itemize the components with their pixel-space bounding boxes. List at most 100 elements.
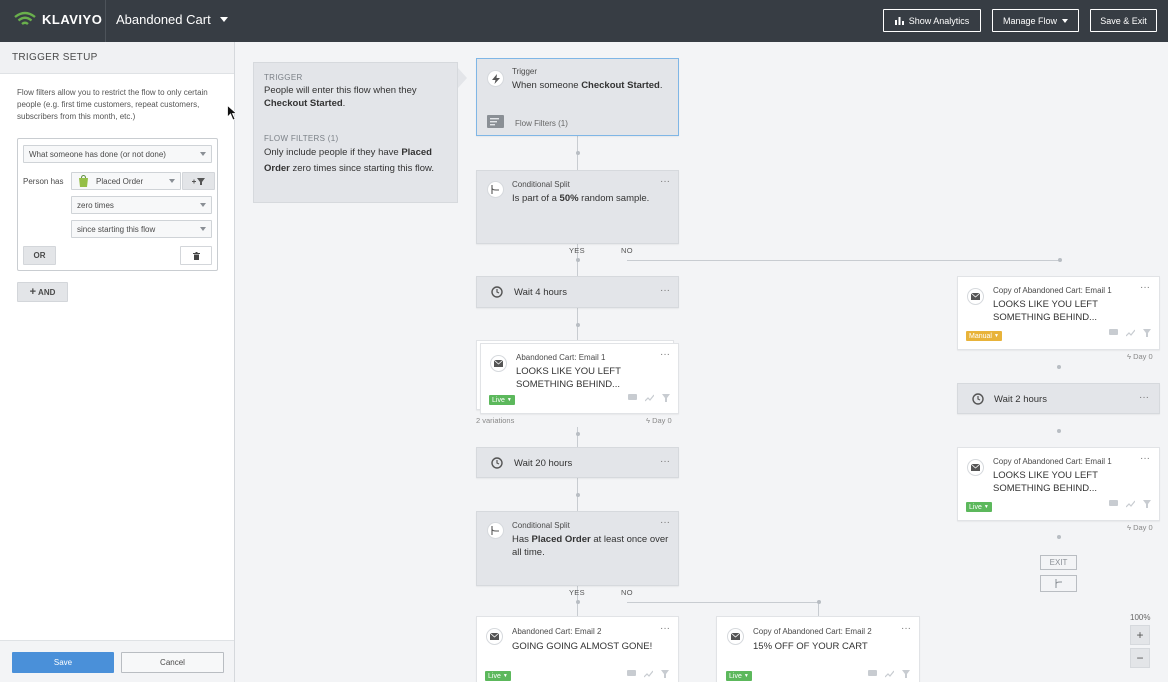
exit-node[interactable]: EXIT	[1040, 555, 1077, 570]
yes-branch-label: YES	[569, 588, 585, 597]
more-options-button[interactable]: ···	[660, 623, 670, 634]
status-badge[interactable]: Live ▼	[489, 395, 515, 405]
status-badge[interactable]: Live ▼	[966, 502, 992, 512]
more-options-button[interactable]: ···	[660, 349, 670, 360]
flow-canvas[interactable]: TRIGGER People will enter this flow when…	[235, 42, 1168, 682]
email-node[interactable]: Abandoned Cart: Email 2 GOING GOING ALMO…	[476, 616, 679, 682]
email-label: Copy of Abandoned Cart: Email 1	[993, 457, 1112, 466]
email-action-icons	[628, 394, 670, 402]
sidebar-footer: Save Cancel	[0, 640, 234, 682]
condition-select[interactable]: What someone has done (or not done)	[23, 145, 212, 163]
sms-icon[interactable]	[627, 670, 636, 678]
trend-icon[interactable]	[645, 394, 654, 402]
trend-icon[interactable]	[1126, 329, 1135, 337]
manage-flow-button[interactable]: Manage Flow	[992, 9, 1079, 32]
sms-icon[interactable]	[1109, 500, 1118, 508]
conditional-split-node[interactable]: Conditional Split Is part of a 50% rando…	[476, 170, 679, 244]
filter-icon[interactable]	[1143, 329, 1151, 337]
envelope-icon	[490, 355, 507, 372]
email-node[interactable]: Copy of Abandoned Cart: Email 2 15% OFF …	[716, 616, 920, 682]
status-badge[interactable]: Live ▼	[485, 671, 511, 681]
connector-dot	[1057, 535, 1061, 539]
connector-dot	[575, 493, 580, 497]
trigger-text: When someone Checkout Started.	[512, 80, 663, 91]
more-options-button[interactable]: ···	[660, 285, 670, 296]
metric-select[interactable]: Placed Order	[71, 172, 181, 190]
more-options-button[interactable]: ···	[1140, 453, 1150, 464]
no-branch-label: NO	[621, 588, 633, 597]
show-analytics-button[interactable]: Show Analytics	[883, 9, 981, 32]
save-exit-button[interactable]: Save & Exit	[1090, 9, 1157, 32]
filter-icon[interactable]	[902, 670, 910, 678]
save-button[interactable]: Save	[12, 652, 114, 673]
cancel-button[interactable]: Cancel	[121, 652, 224, 673]
connector-dot	[1057, 429, 1061, 433]
frequency-select[interactable]: zero times	[71, 196, 212, 214]
wait-node[interactable]: Wait 4 hours ···	[476, 276, 679, 308]
timeframe-select[interactable]: since starting this flow	[71, 220, 212, 238]
info-trigger-heading: TRIGGER	[264, 73, 303, 82]
split-text: Has Placed Order at least once over all …	[512, 534, 669, 558]
wait-node[interactable]: Wait 2 hours ···	[957, 383, 1160, 414]
status-badge[interactable]: Manual ▼	[966, 331, 1002, 341]
wait-node[interactable]: Wait 20 hours ···	[476, 447, 679, 478]
shopify-bag-icon	[79, 175, 88, 187]
klaviyo-logo[interactable]: KLAVIYO	[14, 11, 102, 27]
manage-flow-label: Manage Flow	[1002, 15, 1058, 26]
filter-list-icon	[487, 115, 504, 128]
and-button[interactable]: + AND	[17, 282, 68, 302]
more-options-button[interactable]: ···	[660, 517, 670, 528]
split-path-button[interactable]	[1040, 575, 1077, 592]
connector-dot	[1058, 258, 1062, 262]
email-node[interactable]: Copy of Abandoned Cart: Email 1 LOOKS LI…	[957, 447, 1160, 521]
more-options-button[interactable]: ···	[660, 456, 670, 467]
filter-icon[interactable]	[662, 394, 670, 402]
more-options-button[interactable]: ···	[1140, 282, 1150, 293]
envelope-icon	[486, 628, 503, 645]
or-button[interactable]: OR	[23, 246, 56, 265]
connector-dot	[1057, 365, 1061, 369]
more-options-button[interactable]: ···	[1139, 392, 1149, 403]
filter-icon[interactable]	[661, 670, 669, 678]
email-node[interactable]: Abandoned Cart: Email 1 LOOKS LIKE YOU L…	[480, 343, 679, 414]
and-label: AND	[38, 287, 56, 297]
zoom-out-button[interactable]: −	[1130, 648, 1150, 668]
caret-icon	[200, 152, 206, 156]
connector-dot	[575, 151, 580, 155]
flow-filters-link[interactable]: Flow Filters (1)	[515, 119, 568, 128]
envelope-icon	[727, 628, 744, 645]
info-filters-text: Only include people if they have Placed …	[264, 147, 435, 174]
flow-name-dropdown[interactable]: Abandoned Cart	[116, 12, 228, 27]
sms-icon[interactable]	[1109, 329, 1118, 337]
brand-name: KLAVIYO	[42, 11, 103, 27]
wait-label: Wait 20 hours	[514, 458, 573, 469]
add-property-filter-button[interactable]	[182, 172, 215, 190]
email-action-icons	[1109, 500, 1151, 508]
connector	[818, 602, 819, 616]
filter-icon[interactable]	[1143, 500, 1151, 508]
clock-icon	[972, 393, 984, 405]
delete-filter-button[interactable]	[180, 246, 212, 265]
email-subject: LOOKS LIKE YOU LEFT SOMETHING BEHIND...	[993, 470, 1098, 494]
trend-icon[interactable]	[885, 670, 894, 678]
trend-icon[interactable]	[644, 670, 653, 678]
connector	[627, 602, 819, 603]
more-options-button[interactable]: ···	[660, 176, 670, 187]
email-action-icons	[1109, 329, 1151, 337]
plus-icon: +	[29, 286, 37, 298]
status-badge[interactable]: Live ▼	[726, 671, 752, 681]
zoom-in-button[interactable]: +	[1130, 625, 1150, 645]
clock-icon	[491, 457, 503, 469]
branch-icon	[1055, 579, 1062, 588]
sms-icon[interactable]	[868, 670, 877, 678]
conditional-split-node[interactable]: Conditional Split Has Placed Order at le…	[476, 511, 679, 586]
variations-count[interactable]: 2 variations	[476, 416, 514, 425]
email-subject: GOING GOING ALMOST GONE!	[512, 641, 653, 652]
trend-icon[interactable]	[1126, 500, 1135, 508]
info-filters-heading: FLOW FILTERS (1)	[264, 134, 339, 143]
email-node[interactable]: Copy of Abandoned Cart: Email 1 LOOKS LI…	[957, 276, 1160, 350]
trigger-node[interactable]: Trigger When someone Checkout Started. F…	[476, 58, 679, 136]
envelope-icon	[967, 459, 984, 476]
more-options-button[interactable]: ···	[901, 623, 911, 634]
sms-icon[interactable]	[628, 394, 637, 402]
